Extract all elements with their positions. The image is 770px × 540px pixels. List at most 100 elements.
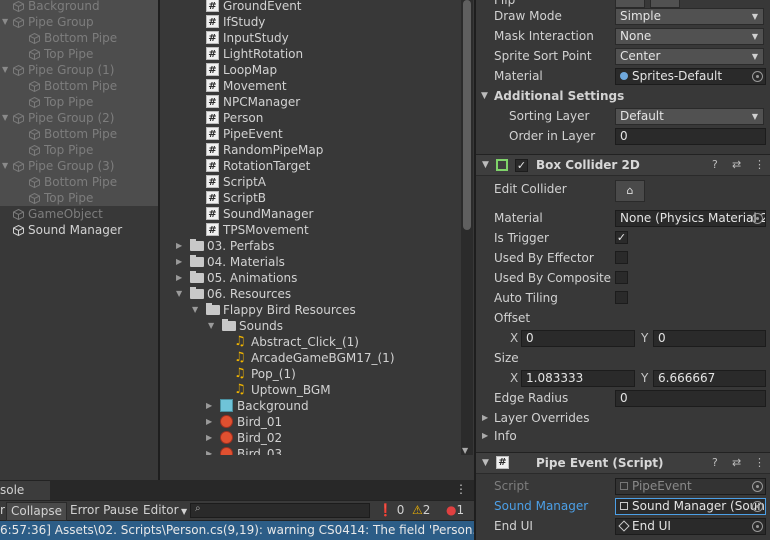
component-enabled-checkbox[interactable]: ✓ xyxy=(515,159,528,172)
hierarchy-item[interactable]: ▼ Pipe Group (2) xyxy=(0,110,158,126)
preset-icon[interactable]: ⇄ xyxy=(732,158,741,171)
object-picker-icon[interactable] xyxy=(752,213,763,224)
foldout-arrow-icon[interactable]: ▶ xyxy=(176,270,182,286)
foldout-arrow-icon[interactable]: ▼ xyxy=(176,286,182,302)
project-script-item[interactable]: # Movement xyxy=(160,78,460,94)
foldout-arrow-icon[interactable]: ▶ xyxy=(206,414,212,430)
foldout-arrow-icon[interactable]: ▼ xyxy=(481,91,488,101)
project-folder-item[interactable]: ▼ Flappy Bird Resources xyxy=(160,302,460,318)
foldout-arrow-icon[interactable]: ▼ xyxy=(2,14,8,30)
foldout-arrow-icon[interactable]: ▶ xyxy=(206,430,212,446)
hierarchy-item[interactable]: Top Pipe xyxy=(0,46,158,62)
hierarchy-item[interactable]: Bottom Pipe xyxy=(0,174,158,190)
help-icon[interactable]: ? xyxy=(712,456,718,469)
additional-settings-header[interactable]: Additional Settings xyxy=(494,87,624,105)
hierarchy-item[interactable]: ▼ Pipe Group (3) xyxy=(0,158,158,174)
sound-manager-field[interactable]: Sound Manager (SoundManager) xyxy=(615,498,766,515)
sprite-sort-point-dropdown[interactable]: Center ▼ xyxy=(615,48,764,65)
offset-y-field[interactable]: 0 xyxy=(653,330,766,347)
warning-count-toggle[interactable]: ⚠2 xyxy=(408,502,434,519)
project-asset-item[interactable]: ▶ Bird_02 xyxy=(160,430,460,446)
project-folder-item[interactable]: ▶ 05. Animations xyxy=(160,270,460,286)
hierarchy-item[interactable]: Sound Manager xyxy=(0,222,158,238)
project-audio-item[interactable]: ♫ Abstract_Click_(1) xyxy=(160,334,460,350)
project-script-item[interactable]: # SoundManager xyxy=(160,206,460,222)
hierarchy-item[interactable]: Top Pipe xyxy=(0,190,158,206)
context-menu-icon[interactable]: ⋮ xyxy=(754,158,765,171)
log-count-toggle[interactable]: ❗ 0 xyxy=(374,502,408,519)
hierarchy-item[interactable]: ▼ Pipe Group xyxy=(0,14,158,30)
foldout-arrow-icon[interactable]: ▶ xyxy=(176,254,182,270)
project-scrollbar-thumb[interactable] xyxy=(463,0,471,230)
project-folder-item[interactable]: ▼ Sounds xyxy=(160,318,460,334)
collapse-button[interactable]: Collapse xyxy=(6,502,67,521)
foldout-arrow-icon[interactable]: ▶ xyxy=(482,431,488,440)
console-search-input[interactable]: ⌕ xyxy=(190,503,370,518)
object-picker-icon[interactable] xyxy=(752,501,763,512)
console-tab[interactable]: sole xyxy=(0,480,50,500)
help-icon[interactable]: ? xyxy=(712,158,718,171)
project-script-item[interactable]: # NPCManager xyxy=(160,94,460,110)
hierarchy-item[interactable]: GameObject xyxy=(0,206,158,222)
info-foldout[interactable]: Info xyxy=(494,427,517,445)
project-audio-item[interactable]: ♫ ArcadeGameBGM17_(1) xyxy=(160,350,460,366)
project-script-item[interactable]: # LoopMap xyxy=(160,62,460,78)
collider-material-field[interactable]: None (Physics Material 2D) xyxy=(615,210,766,227)
console-log-entry[interactable]: 6:57:36] Assets\02. Scripts\Person.cs(9,… xyxy=(0,521,474,540)
project-audio-item[interactable]: ♫ Pop_(1) xyxy=(160,366,460,382)
foldout-arrow-icon[interactable]: ▼ xyxy=(192,302,198,318)
editor-dropdown[interactable]: Editor ▼ xyxy=(139,502,191,519)
offset-x-field[interactable]: 0 xyxy=(521,330,635,347)
foldout-arrow-icon[interactable]: ▼ xyxy=(208,318,214,334)
is-trigger-checkbox[interactable]: ✓ xyxy=(615,231,628,244)
project-script-item[interactable]: # PipeEvent xyxy=(160,126,460,142)
hierarchy-item[interactable]: Bottom Pipe xyxy=(0,126,158,142)
used-by-composite-checkbox[interactable] xyxy=(615,271,628,284)
foldout-arrow-icon[interactable]: ▼ xyxy=(482,160,489,170)
mask-interaction-dropdown[interactable]: None ▼ xyxy=(615,28,764,45)
project-folder-item[interactable]: ▼ 06. Resources xyxy=(160,286,460,302)
scroll-down-icon[interactable]: ▼ xyxy=(462,446,468,455)
project-script-item[interactable]: # IfStudy xyxy=(160,14,460,30)
object-picker-icon[interactable] xyxy=(752,521,763,532)
pipe-event-header[interactable]: ▼ # Pipe Event (Script) ? ⇄ ⋮ xyxy=(476,452,770,474)
size-y-field[interactable]: 6.666667 xyxy=(653,370,766,387)
project-script-item[interactable]: # ScriptB xyxy=(160,190,460,206)
hierarchy-item[interactable]: Bottom Pipe xyxy=(0,78,158,94)
project-script-item[interactable]: # Person xyxy=(160,110,460,126)
project-script-item[interactable]: # LightRotation xyxy=(160,46,460,62)
project-script-item[interactable]: # RandomPipeMap xyxy=(160,142,460,158)
end-ui-field[interactable]: End UI xyxy=(615,518,766,535)
object-picker-icon[interactable] xyxy=(752,71,763,82)
material-field[interactable]: Sprites-Default xyxy=(615,68,766,85)
layer-overrides-foldout[interactable]: Layer Overrides xyxy=(494,409,589,427)
size-x-field[interactable]: 1.083333 xyxy=(521,370,635,387)
foldout-arrow-icon[interactable]: ▶ xyxy=(206,398,212,414)
error-pause-button[interactable]: Error Pause xyxy=(66,502,142,519)
flip-x-field[interactable] xyxy=(615,0,645,8)
flip-y-field[interactable] xyxy=(650,0,680,8)
foldout-arrow-icon[interactable]: ▼ xyxy=(2,62,8,78)
project-audio-item[interactable]: ♫ Uptown_BGM xyxy=(160,382,460,398)
order-in-layer-field[interactable]: 0 xyxy=(615,128,766,145)
auto-tiling-checkbox[interactable] xyxy=(615,291,628,304)
project-folder-item[interactable]: ▶ 04. Materials xyxy=(160,254,460,270)
hierarchy-item[interactable]: Background xyxy=(0,0,158,14)
hierarchy-item[interactable]: ▼ Pipe Group (1) xyxy=(0,62,158,78)
edge-radius-field[interactable]: 0 xyxy=(615,390,766,407)
foldout-arrow-icon[interactable]: ▼ xyxy=(482,458,489,468)
error-count-toggle[interactable]: ●1 xyxy=(442,502,468,519)
project-script-item[interactable]: # InputStudy xyxy=(160,30,460,46)
foldout-arrow-icon[interactable]: ▼ xyxy=(2,110,8,126)
edit-collider-button[interactable]: ⌂ xyxy=(615,180,645,202)
project-asset-item[interactable]: ▶ Background xyxy=(160,398,460,414)
project-folder-item[interactable]: ▶ 03. Perfabs xyxy=(160,238,460,254)
draw-mode-dropdown[interactable]: Simple ▼ xyxy=(615,8,764,25)
context-menu-icon[interactable]: ⋮ xyxy=(754,456,765,469)
console-menu-icon[interactable]: ⋮ xyxy=(455,482,467,496)
hierarchy-item[interactable]: Top Pipe xyxy=(0,142,158,158)
box-collider-header[interactable]: ▼ ✓ Box Collider 2D ? ⇄ ⋮ xyxy=(476,154,770,176)
foldout-arrow-icon[interactable]: ▶ xyxy=(482,413,488,422)
hierarchy-item[interactable]: Bottom Pipe xyxy=(0,30,158,46)
project-script-item[interactable]: # GroundEvent xyxy=(160,0,460,14)
